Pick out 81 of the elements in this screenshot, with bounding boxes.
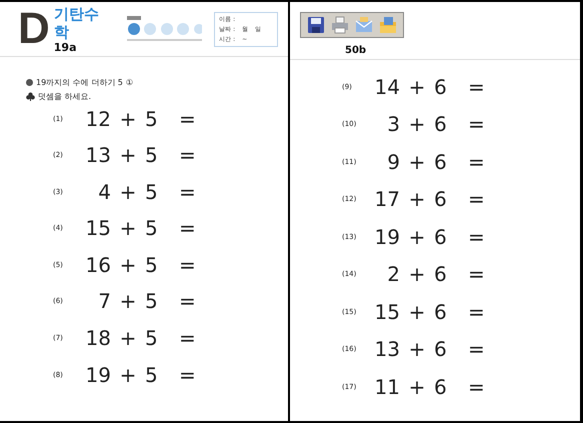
equals-sign: = [179, 252, 196, 277]
addend: 16 [84, 252, 111, 277]
addend: 6 [434, 187, 448, 211]
logo-letter: D [18, 7, 50, 51]
club-icon [26, 92, 35, 101]
addend: 6 [434, 224, 448, 248]
equals-sign: = [468, 374, 485, 398]
page-code: 50b [345, 45, 366, 56]
addend: 5 [145, 106, 159, 130]
equals-sign: = [179, 216, 196, 240]
plus-sign: + [408, 187, 426, 211]
section-mark: ① [126, 78, 134, 87]
equals-sign: = [468, 224, 485, 248]
addend: 6 [434, 262, 448, 286]
equals-sign: = [468, 112, 485, 136]
plus-sign: + [408, 74, 426, 98]
addend: 19 [84, 362, 111, 387]
addend: 5 [145, 252, 159, 277]
section-title: 19까지의 수에 더하기 5 [36, 77, 123, 88]
equals-sign: = [468, 187, 485, 211]
addend: 6 [434, 374, 448, 398]
addend: 15 [374, 300, 400, 324]
addend: 3 [386, 112, 400, 136]
page-code: 19a [54, 40, 78, 54]
addend: 13 [84, 143, 111, 168]
addend: 5 [145, 289, 159, 314]
plus-sign: + [118, 216, 138, 240]
addend: 5 [145, 143, 159, 168]
envelope-icon[interactable] [355, 16, 373, 34]
plus-sign: + [408, 374, 426, 398]
equals-sign: = [179, 180, 196, 204]
addend: 7 [97, 289, 111, 314]
addend: 17 [374, 187, 400, 211]
addend: 15 [84, 216, 111, 240]
equals-sign: = [468, 262, 485, 286]
equals-sign: = [468, 300, 485, 324]
equals-sign: = [179, 143, 196, 168]
addend: 13 [374, 337, 400, 361]
plus-sign: + [408, 112, 426, 136]
plus-sign: + [118, 180, 138, 204]
addend: 4 [97, 180, 111, 204]
logo-title: 기탄수학 [54, 4, 100, 40]
addend: 6 [434, 150, 448, 174]
addend: 19 [374, 224, 400, 248]
plus-sign: + [408, 300, 426, 324]
folder-icon[interactable] [379, 16, 397, 34]
plus-sign: + [118, 362, 138, 387]
addend: 6 [434, 300, 448, 324]
plus-sign: + [408, 262, 426, 286]
addend: 11 [374, 374, 400, 398]
addend: 9 [386, 150, 400, 174]
addend: 14 [374, 74, 400, 98]
plus-sign: + [408, 337, 426, 361]
addend: 5 [145, 362, 159, 387]
print-icon[interactable] [331, 16, 349, 34]
plus-sign: + [408, 150, 426, 174]
plus-sign: + [118, 143, 138, 168]
equals-sign: = [179, 106, 196, 130]
save-icon[interactable] [307, 16, 325, 34]
addend: 5 [145, 180, 159, 204]
addend: 5 [145, 216, 159, 240]
addend: 5 [145, 326, 159, 350]
addend: 6 [434, 337, 448, 361]
instruction: 덧셈을 하세요. [38, 91, 92, 102]
equals-sign: = [468, 337, 485, 361]
addend: 6 [434, 112, 448, 136]
plus-sign: + [118, 252, 138, 277]
addend: 2 [386, 262, 400, 286]
equals-sign: = [468, 74, 485, 98]
addend: 6 [434, 74, 448, 98]
addend: 12 [84, 106, 111, 130]
plus-sign: + [118, 106, 138, 130]
plus-sign: + [408, 224, 426, 248]
plus-sign: + [118, 326, 138, 350]
equals-sign: = [468, 150, 485, 174]
bullet-icon [26, 79, 33, 86]
addend: 18 [84, 326, 111, 350]
equals-sign: = [179, 362, 196, 387]
plus-sign: + [118, 289, 138, 314]
equals-sign: = [179, 289, 196, 314]
equals-sign: = [179, 326, 196, 350]
